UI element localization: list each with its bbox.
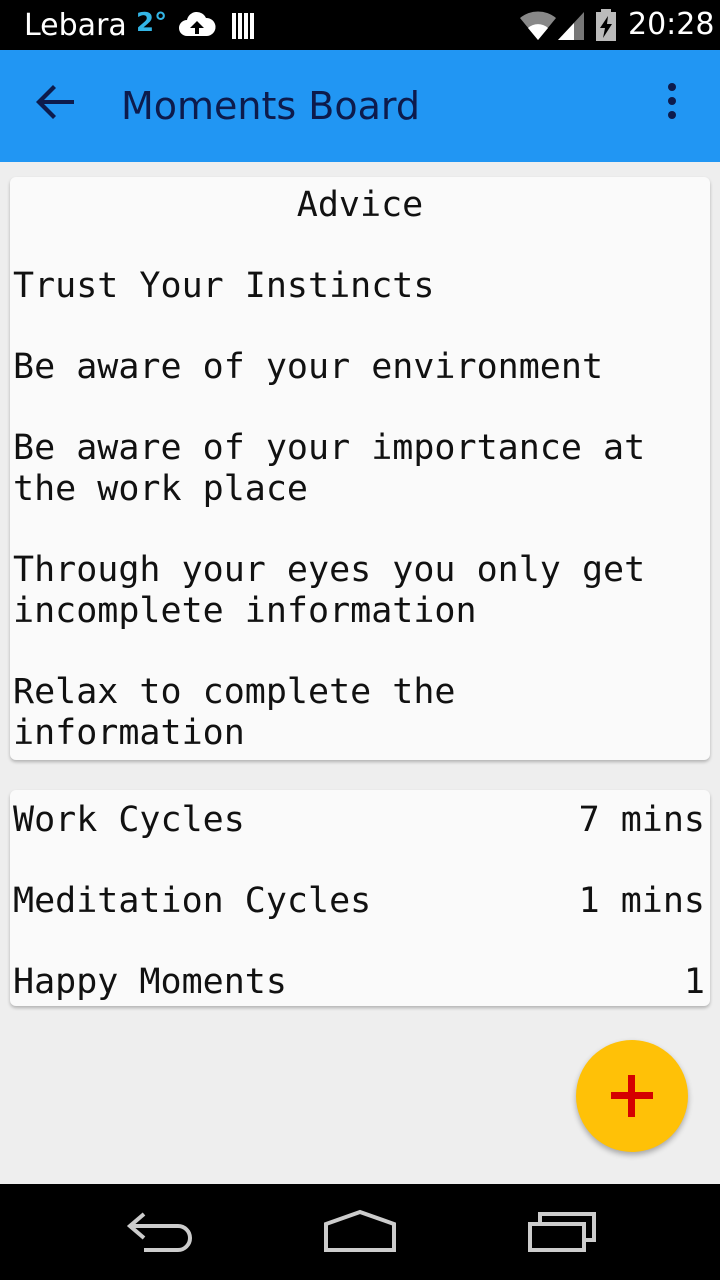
temperature-indicator: 2° — [136, 8, 168, 38]
recents-nav-icon[interactable] — [526, 1204, 598, 1260]
stat-label: Happy Moments — [13, 962, 287, 1002]
advice-item: Through your eyes you only get incomplet… — [13, 550, 667, 631]
advice-item: Trust Your Instincts — [13, 266, 435, 306]
stat-row-work-cycles: Work Cycles 7 mins — [13, 800, 705, 841]
plus-icon — [611, 1075, 653, 1117]
stat-value: 1 — [683, 962, 705, 1002]
signal-icon — [558, 12, 584, 40]
stat-value: 7 mins — [578, 800, 705, 840]
advice-item: Be aware of your environment — [13, 347, 604, 387]
clock: 20:28 — [628, 7, 715, 42]
add-moment-button[interactable] — [576, 1040, 688, 1152]
app-bar: Moments Board — [0, 50, 720, 162]
advice-item: Relax to complete the information — [13, 672, 477, 753]
stat-value: 1 mins — [578, 881, 705, 921]
stat-label: Meditation Cycles — [13, 881, 372, 921]
stats-card: Work Cycles 7 mins Meditation Cycles 1 m… — [10, 790, 710, 1006]
status-bar: Lebara 2° 20:28 — [0, 0, 720, 50]
advice-title: Advice — [296, 185, 424, 225]
storage-bars-icon — [232, 13, 254, 39]
advice-card: Advice Trust Your Instincts Be aware of … — [10, 177, 710, 760]
advice-list: Trust Your Instincts Be aware of your en… — [13, 266, 703, 794]
home-nav-icon[interactable] — [322, 1204, 398, 1260]
stat-label: Work Cycles — [13, 800, 245, 840]
advice-item: Be aware of your importance at the work … — [13, 428, 667, 509]
cloud-upload-icon — [179, 11, 216, 36]
system-nav-bar — [0, 1184, 720, 1280]
back-nav-icon[interactable] — [124, 1204, 196, 1260]
stat-row-meditation-cycles: Meditation Cycles 1 mins — [13, 881, 705, 922]
wifi-icon — [520, 11, 556, 40]
arrow-back-icon[interactable] — [34, 80, 78, 124]
stat-row-happy-moments: Happy Moments 1 — [13, 962, 705, 1003]
carrier-name: Lebara — [24, 8, 127, 43]
more-vert-icon[interactable] — [660, 80, 684, 130]
page-title: Moments Board — [121, 84, 420, 128]
battery-charging-icon — [596, 9, 616, 41]
